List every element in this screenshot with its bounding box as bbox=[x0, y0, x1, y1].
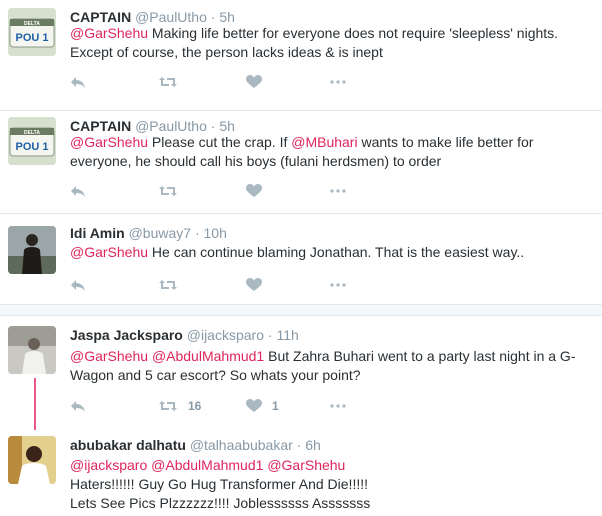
svg-text:DELTA: DELTA bbox=[24, 130, 40, 136]
mention-link[interactable]: @GarShehu bbox=[70, 348, 148, 364]
more-icon[interactable] bbox=[330, 181, 346, 201]
text-segment: Except of course, the person lacks ideas… bbox=[70, 44, 383, 60]
avatar[interactable] bbox=[8, 436, 56, 484]
user-handle[interactable]: @PaulUtho bbox=[135, 118, 207, 134]
reply-icon[interactable] bbox=[70, 275, 86, 295]
mention-link[interactable]: @GarShehu bbox=[70, 134, 148, 150]
retweet-icon[interactable] bbox=[158, 181, 178, 201]
svg-text:POU 1: POU 1 bbox=[15, 32, 48, 44]
heart-icon[interactable] bbox=[246, 181, 262, 201]
heart-icon[interactable] bbox=[246, 275, 262, 295]
user-handle[interactable]: @buway7 bbox=[129, 225, 191, 241]
user-handle[interactable]: @talhaabubakar bbox=[190, 437, 293, 453]
reply-icon[interactable] bbox=[70, 396, 86, 416]
user-name[interactable]: abubakar dalhatu bbox=[70, 437, 186, 453]
tweet-1[interactable]: DELTA POU 1 CAPTAIN @PaulUtho · 5h @GarS… bbox=[0, 0, 602, 110]
mention-link[interactable]: @MBuhari bbox=[291, 134, 357, 150]
tweet-3[interactable]: Idi Amin @buway7 · 10h @GarShehu He can … bbox=[0, 214, 602, 304]
conversation-gap bbox=[0, 305, 602, 315]
text-segment: Haters!!!!!! Guy Go Hug Transformer And … bbox=[70, 476, 368, 492]
tweet-text: @GarShehu Please cut the crap. If @MBuha… bbox=[70, 133, 595, 171]
timestamp[interactable]: 6h bbox=[305, 437, 321, 453]
tweet-5[interactable]: abubakar dalhatu @talhaabubakar · 6h @ij… bbox=[0, 430, 602, 516]
user-name[interactable]: CAPTAIN bbox=[70, 118, 131, 134]
retweet-icon[interactable]: 16 bbox=[158, 396, 201, 416]
text-segment: Lets See Pics Plzzzzzz!!!! Joblessssss A… bbox=[70, 495, 371, 511]
separator-dot: · bbox=[210, 9, 216, 25]
mention-link[interactable]: @GarShehu bbox=[70, 25, 148, 41]
tweet-header: Jaspa Jacksparo @ijacksparo · 11h bbox=[70, 326, 299, 344]
tweet-text: @ijacksparo @AbdulMahmud1 @GarShehu Hate… bbox=[70, 456, 595, 513]
text-segment: everyone, he should call his boys (fulan… bbox=[70, 153, 442, 169]
user-name[interactable]: Jaspa Jacksparo bbox=[70, 327, 183, 343]
like-count: 1 bbox=[272, 399, 279, 413]
text-segment: He can continue blaming Jonathan. That i… bbox=[148, 244, 525, 260]
user-name[interactable]: Idi Amin bbox=[70, 225, 125, 241]
text-segment: Making life better for everyone does not… bbox=[148, 25, 559, 41]
separator-dot: · bbox=[267, 327, 273, 343]
heart-icon[interactable] bbox=[246, 72, 262, 92]
timestamp[interactable]: 5h bbox=[219, 9, 235, 25]
text-segment: Wagon and 5 car escort? So whats your po… bbox=[70, 367, 361, 383]
separator-dot: · bbox=[210, 118, 216, 134]
tweet-text: @GarShehu He can continue blaming Jonath… bbox=[70, 243, 595, 262]
user-handle[interactable]: @ijacksparo bbox=[187, 327, 264, 343]
reply-icon[interactable] bbox=[70, 72, 86, 92]
mention-link[interactable]: @ijacksparo bbox=[70, 457, 147, 473]
reply-icon[interactable] bbox=[70, 181, 86, 201]
timestamp[interactable]: 5h bbox=[219, 118, 235, 134]
text-segment: But Zahra Buhari went to a party last ni… bbox=[264, 348, 576, 364]
avatar[interactable] bbox=[8, 326, 56, 374]
timestamp[interactable]: 11h bbox=[276, 327, 298, 343]
tweet-text: @GarShehu @AbdulMahmud1 But Zahra Buhari… bbox=[70, 347, 595, 385]
retweet-icon[interactable] bbox=[158, 275, 178, 295]
retweet-count: 16 bbox=[188, 399, 202, 413]
retweet-icon[interactable] bbox=[158, 72, 178, 92]
avatar[interactable]: DELTA POU 1 bbox=[8, 117, 56, 165]
user-handle[interactable]: @PaulUtho bbox=[135, 9, 207, 25]
mention-link[interactable]: @GarShehu bbox=[70, 244, 148, 260]
timestamp[interactable]: 10h bbox=[204, 225, 227, 241]
separator-dot: · bbox=[194, 225, 200, 241]
text-segment: wants to make life better for bbox=[357, 134, 534, 150]
user-name[interactable]: CAPTAIN bbox=[70, 9, 131, 25]
tweet-header: abubakar dalhatu @talhaabubakar · 6h bbox=[70, 436, 321, 454]
separator-dot: · bbox=[296, 437, 302, 453]
tweet-header: Idi Amin @buway7 · 10h bbox=[70, 224, 227, 242]
mention-link[interactable]: @AbdulMahmud1 bbox=[152, 348, 264, 364]
text-segment: Please cut the crap. If bbox=[148, 134, 292, 150]
mention-link[interactable]: @GarShehu bbox=[267, 457, 345, 473]
avatar[interactable]: DELTA POU 1 bbox=[8, 8, 56, 56]
more-icon[interactable] bbox=[330, 396, 346, 416]
mention-link[interactable]: @AbdulMahmud1 bbox=[151, 457, 263, 473]
tweet-text: @GarShehu Making life better for everyon… bbox=[70, 24, 595, 62]
svg-text:DELTA: DELTA bbox=[24, 21, 40, 27]
more-icon[interactable] bbox=[330, 72, 346, 92]
svg-text:POU 1: POU 1 bbox=[15, 141, 48, 153]
tweet-2[interactable]: DELTA POU 1 CAPTAIN @PaulUtho · 5h @GarS… bbox=[0, 111, 602, 213]
avatar[interactable] bbox=[8, 226, 56, 274]
tweet-4[interactable]: Jaspa Jacksparo @ijacksparo · 11h @GarSh… bbox=[0, 316, 602, 426]
heart-icon[interactable]: 1 bbox=[246, 396, 279, 416]
more-icon[interactable] bbox=[330, 275, 346, 295]
